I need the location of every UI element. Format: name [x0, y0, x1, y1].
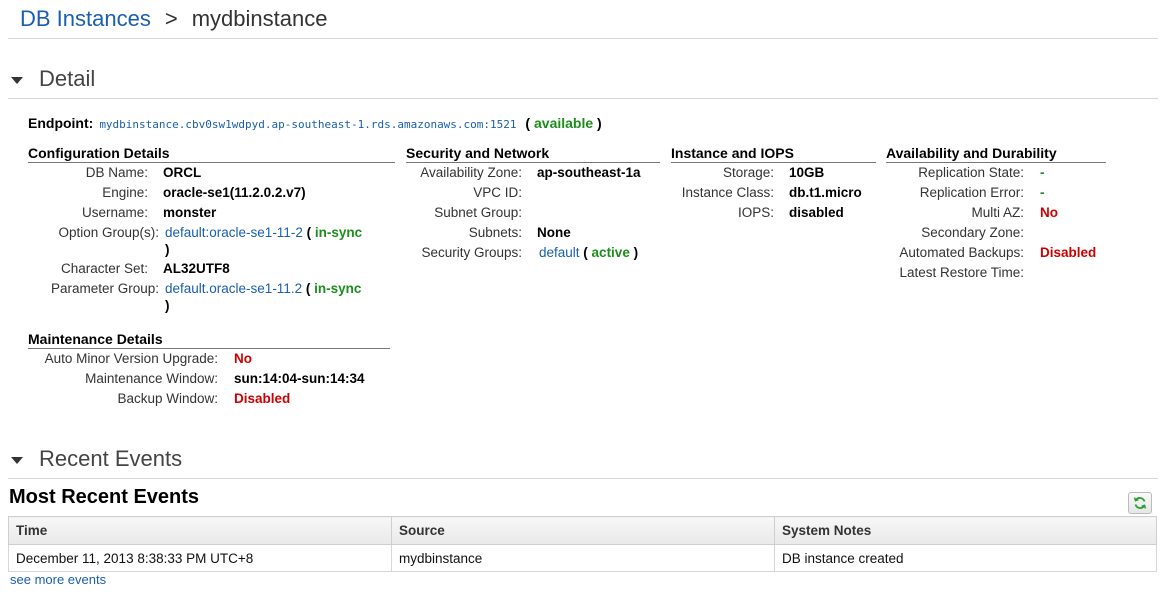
- breadcrumb-separator: >: [164, 6, 178, 31]
- automated-backups-label: Automated Backups:: [899, 245, 1024, 260]
- instance-class-label: Instance Class:: [681, 185, 774, 200]
- username-label: Username:: [81, 205, 148, 220]
- breadcrumb-current: mydbinstance: [191, 6, 328, 31]
- see-more-events-link[interactable]: see more events: [10, 572, 106, 587]
- endpoint-status: available: [534, 115, 594, 131]
- secondary-zone-label: Secondary Zone:: [921, 225, 1024, 240]
- endpoint-label: Endpoint:: [28, 115, 94, 131]
- maintenance-details-title: Maintenance Details: [28, 331, 390, 349]
- option-group-label: Option Group(s):: [58, 225, 159, 240]
- az-label: Availability Zone:: [420, 165, 522, 180]
- availability-durability-title: Availability and Durability: [886, 145, 1106, 163]
- caret-down-icon: [11, 457, 23, 464]
- replication-error-label: Replication Error:: [919, 185, 1024, 200]
- replication-error-value: -: [1040, 185, 1045, 200]
- subnets-value: None: [537, 225, 571, 240]
- events-table: Time Source System Notes December 11, 20…: [8, 516, 1157, 572]
- most-recent-events-title: Most Recent Events: [9, 486, 200, 508]
- config-details-title: Configuration Details: [28, 145, 395, 163]
- replication-state-label: Replication State:: [918, 165, 1024, 180]
- security-groups-label: Security Groups:: [421, 245, 522, 260]
- option-group-status: in-sync: [314, 225, 363, 240]
- iops-value: disabled: [789, 205, 844, 220]
- refresh-events-button[interactable]: [1128, 492, 1152, 514]
- security-group-link[interactable]: default: [539, 245, 580, 260]
- vpc-id-label: VPC ID:: [473, 185, 522, 200]
- endpoint-value[interactable]: mydbinstance.cbv0sw1wdpyd.ap-southeast-1…: [99, 118, 516, 131]
- param-group-link[interactable]: default.oracle-se1-11.2: [165, 281, 302, 296]
- backup-window-value: Disabled: [234, 391, 291, 406]
- header-divider: [8, 38, 1158, 39]
- maintenance-window-label: Maintenance Window:: [85, 371, 218, 386]
- recent-events-section-title: Recent Events: [39, 446, 183, 471]
- param-group-label: Parameter Group:: [50, 281, 159, 296]
- auto-minor-upgrade-label: Auto Minor Version Upgrade:: [44, 351, 218, 366]
- charset-value: AL32UTF8: [163, 261, 230, 276]
- storage-value: 10GB: [789, 165, 825, 180]
- security-group-status: active: [591, 245, 630, 260]
- maintenance-window-value: sun:14:04-sun:14:34: [234, 371, 365, 386]
- username-value: monster: [163, 205, 217, 220]
- latest-restore-label: Latest Restore Time:: [899, 265, 1024, 280]
- iops-label: IOPS:: [737, 205, 774, 220]
- backup-window-label: Backup Window:: [117, 391, 218, 406]
- subnet-group-label: Subnet Group:: [434, 205, 522, 220]
- storage-label: Storage:: [722, 165, 774, 180]
- multi-az-label: Multi AZ:: [971, 205, 1024, 220]
- column-header-system-notes[interactable]: System Notes: [774, 516, 1157, 545]
- recent-events-divider: [8, 478, 1158, 479]
- detail-divider: [8, 98, 1158, 99]
- column-header-time[interactable]: Time: [8, 516, 392, 545]
- endpoint-row: Endpoint: mydbinstance.cbv0sw1wdpyd.ap-so…: [28, 115, 602, 131]
- column-header-source[interactable]: Source: [391, 516, 775, 545]
- detail-section-title: Detail: [39, 66, 96, 91]
- table-row: December 11, 2013 8:38:33 PM UTC+8 mydbi…: [8, 544, 1157, 572]
- replication-state-value: -: [1040, 165, 1045, 180]
- automated-backups-value: Disabled: [1040, 245, 1097, 260]
- auto-minor-upgrade-value: No: [234, 351, 252, 366]
- charset-label: Character Set:: [60, 261, 148, 276]
- caret-down-icon: [11, 77, 23, 84]
- engine-value: oracle-se1(11.2.0.2.v7): [163, 185, 306, 200]
- multi-az-value: No: [1040, 205, 1058, 220]
- event-source: mydbinstance: [391, 544, 775, 572]
- security-network-title: Security and Network: [406, 145, 660, 163]
- option-group-link[interactable]: default:oracle-se1-11-2: [165, 225, 303, 240]
- breadcrumb: DB Instances > mydbinstance: [20, 6, 327, 32]
- az-value: ap-southeast-1a: [537, 165, 641, 180]
- instance-class-value: db.t1.micro: [789, 185, 862, 200]
- db-name-value: ORCL: [163, 165, 202, 180]
- breadcrumb-db-instances-link[interactable]: DB Instances: [20, 6, 151, 31]
- event-note: DB instance created: [774, 544, 1157, 572]
- engine-label: Engine:: [102, 185, 148, 200]
- refresh-icon: [1133, 497, 1147, 509]
- instance-iops-title: Instance and IOPS: [671, 145, 876, 163]
- subnets-label: Subnets:: [468, 225, 522, 240]
- events-header-row: Time Source System Notes: [8, 516, 1157, 545]
- db-name-label: DB Name:: [85, 165, 148, 180]
- param-group-status: in-sync: [314, 281, 362, 296]
- event-time: December 11, 2013 8:38:33 PM UTC+8: [8, 544, 392, 572]
